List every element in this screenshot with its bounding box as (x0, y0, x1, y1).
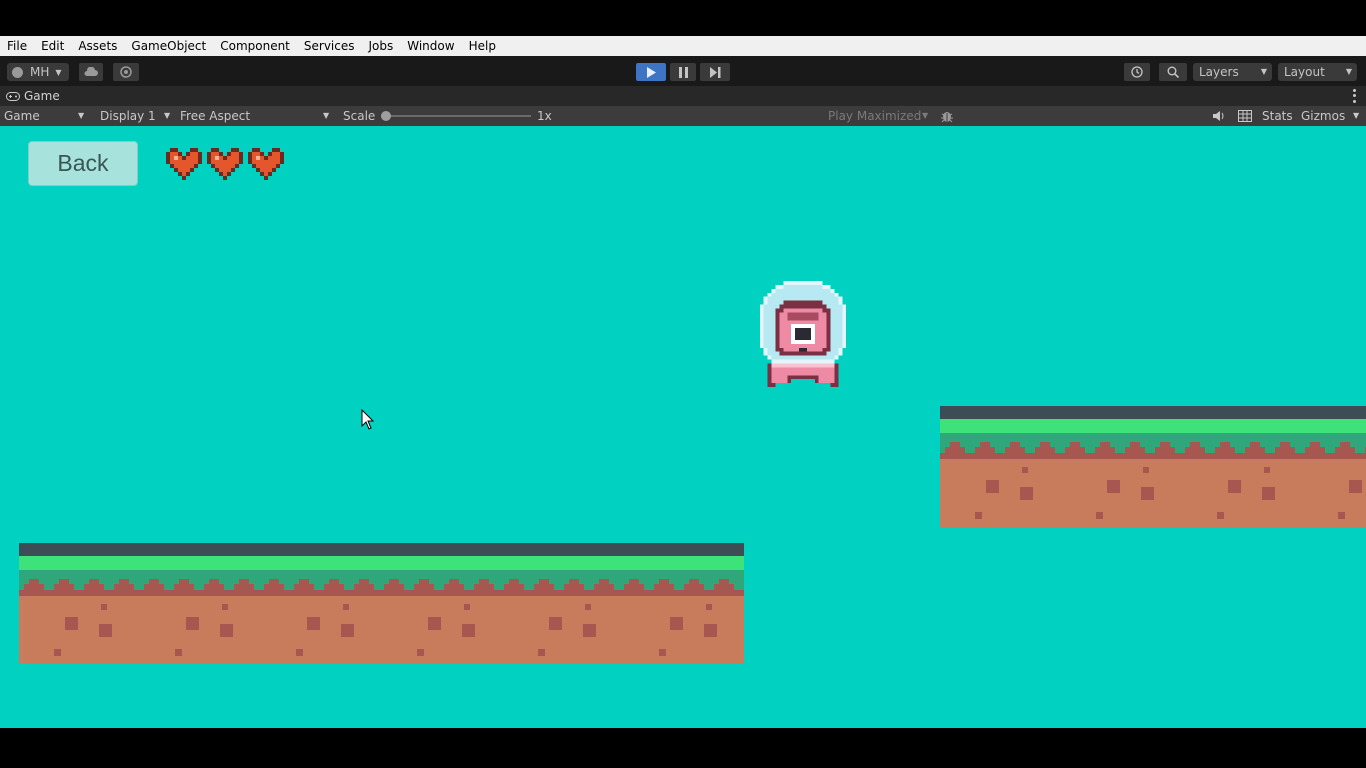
gamepad-icon (6, 91, 20, 101)
player-character (759, 281, 847, 388)
window-bottom-bar (0, 728, 1366, 768)
account-label: MH (30, 65, 50, 79)
scale-slider[interactable] (381, 111, 531, 121)
menu-services[interactable]: Services (297, 36, 362, 56)
play-button[interactable] (636, 63, 666, 81)
history-button[interactable] (1124, 63, 1150, 81)
menu-window[interactable]: Window (400, 36, 461, 56)
layout-label: Layout (1284, 65, 1325, 79)
ground-platform-left (19, 543, 744, 664)
heart-icon (207, 148, 243, 180)
pause-button[interactable] (670, 63, 696, 81)
chevron-down-icon: ▼ (1345, 67, 1352, 76)
cloud-icon (84, 67, 98, 76)
account-icon (12, 66, 23, 78)
more-options-icon[interactable] (1352, 88, 1356, 104)
game-tab-bar: Game (0, 86, 1366, 106)
play-icon (647, 66, 656, 78)
chevron-down-icon: ▼ (55, 67, 62, 77)
back-button[interactable]: Back (28, 141, 138, 186)
chevron-down-icon: ▼ (78, 111, 85, 120)
search-icon (1167, 66, 1179, 78)
collab-button[interactable] (113, 63, 139, 81)
mouse-cursor (361, 409, 375, 430)
step-icon (709, 66, 720, 78)
aspect-dropdown[interactable]: Free Aspect (180, 106, 250, 126)
menu-assets[interactable]: Assets (71, 36, 124, 56)
ground-platform-right (940, 406, 1366, 528)
history-icon (1131, 66, 1143, 78)
game-viewport[interactable]: Back (0, 126, 1366, 728)
scale-value: 1x (537, 109, 552, 123)
scale-slider-thumb[interactable] (381, 111, 391, 121)
collab-icon (120, 66, 132, 78)
tab-game-label: Game (24, 89, 60, 103)
menu-jobs[interactable]: Jobs (362, 36, 401, 56)
pause-icon (678, 66, 688, 78)
heart-icon (166, 148, 202, 180)
chevron-down-icon: ▼ (164, 111, 171, 120)
chevron-down-icon[interactable]: ▼ (1353, 106, 1359, 126)
search-button[interactable] (1159, 63, 1187, 81)
layers-label: Layers (1199, 65, 1239, 79)
tab-game[interactable]: Game (6, 86, 60, 106)
display-dropdown[interactable]: Display 1 (100, 106, 156, 126)
cloud-button[interactable] (79, 63, 103, 81)
view-dropdown[interactable]: Game (4, 106, 40, 126)
account-dropdown[interactable]: MH ▼ (7, 63, 69, 81)
gizmos-button[interactable]: Gizmos (1301, 106, 1345, 126)
play-maximized-dropdown[interactable]: Play Maximized (828, 106, 921, 126)
scale-label: Scale (343, 109, 376, 123)
step-button[interactable] (700, 63, 730, 81)
menu-component[interactable]: Component (213, 36, 297, 56)
menu-help[interactable]: Help (462, 36, 503, 56)
menu-bar: File Edit Assets GameObject Component Se… (0, 36, 1366, 56)
heart-icon (248, 148, 284, 180)
stats-button[interactable]: Stats (1262, 106, 1293, 126)
chevron-down-icon: ▼ (1260, 67, 1267, 76)
grid-icon[interactable] (1238, 110, 1252, 125)
window-top-bar (0, 0, 1366, 36)
chevron-down-icon: ▼ (922, 111, 929, 120)
game-view-toolbar: Game ▼ Display 1 ▼ Free Aspect ▼ Scale 1… (0, 106, 1366, 126)
menu-file[interactable]: File (0, 36, 34, 56)
chevron-down-icon: ▼ (323, 111, 330, 120)
menu-gameobject[interactable]: GameObject (124, 36, 213, 56)
menu-edit[interactable]: Edit (34, 36, 71, 56)
bug-icon[interactable] (940, 109, 954, 126)
layout-dropdown[interactable]: Layout ▼ (1278, 63, 1357, 81)
main-toolbar: MH ▼ Layers ▼ Layout ▼ (0, 56, 1366, 86)
layers-dropdown[interactable]: Layers ▼ (1193, 63, 1272, 81)
audio-icon[interactable] (1212, 110, 1225, 125)
